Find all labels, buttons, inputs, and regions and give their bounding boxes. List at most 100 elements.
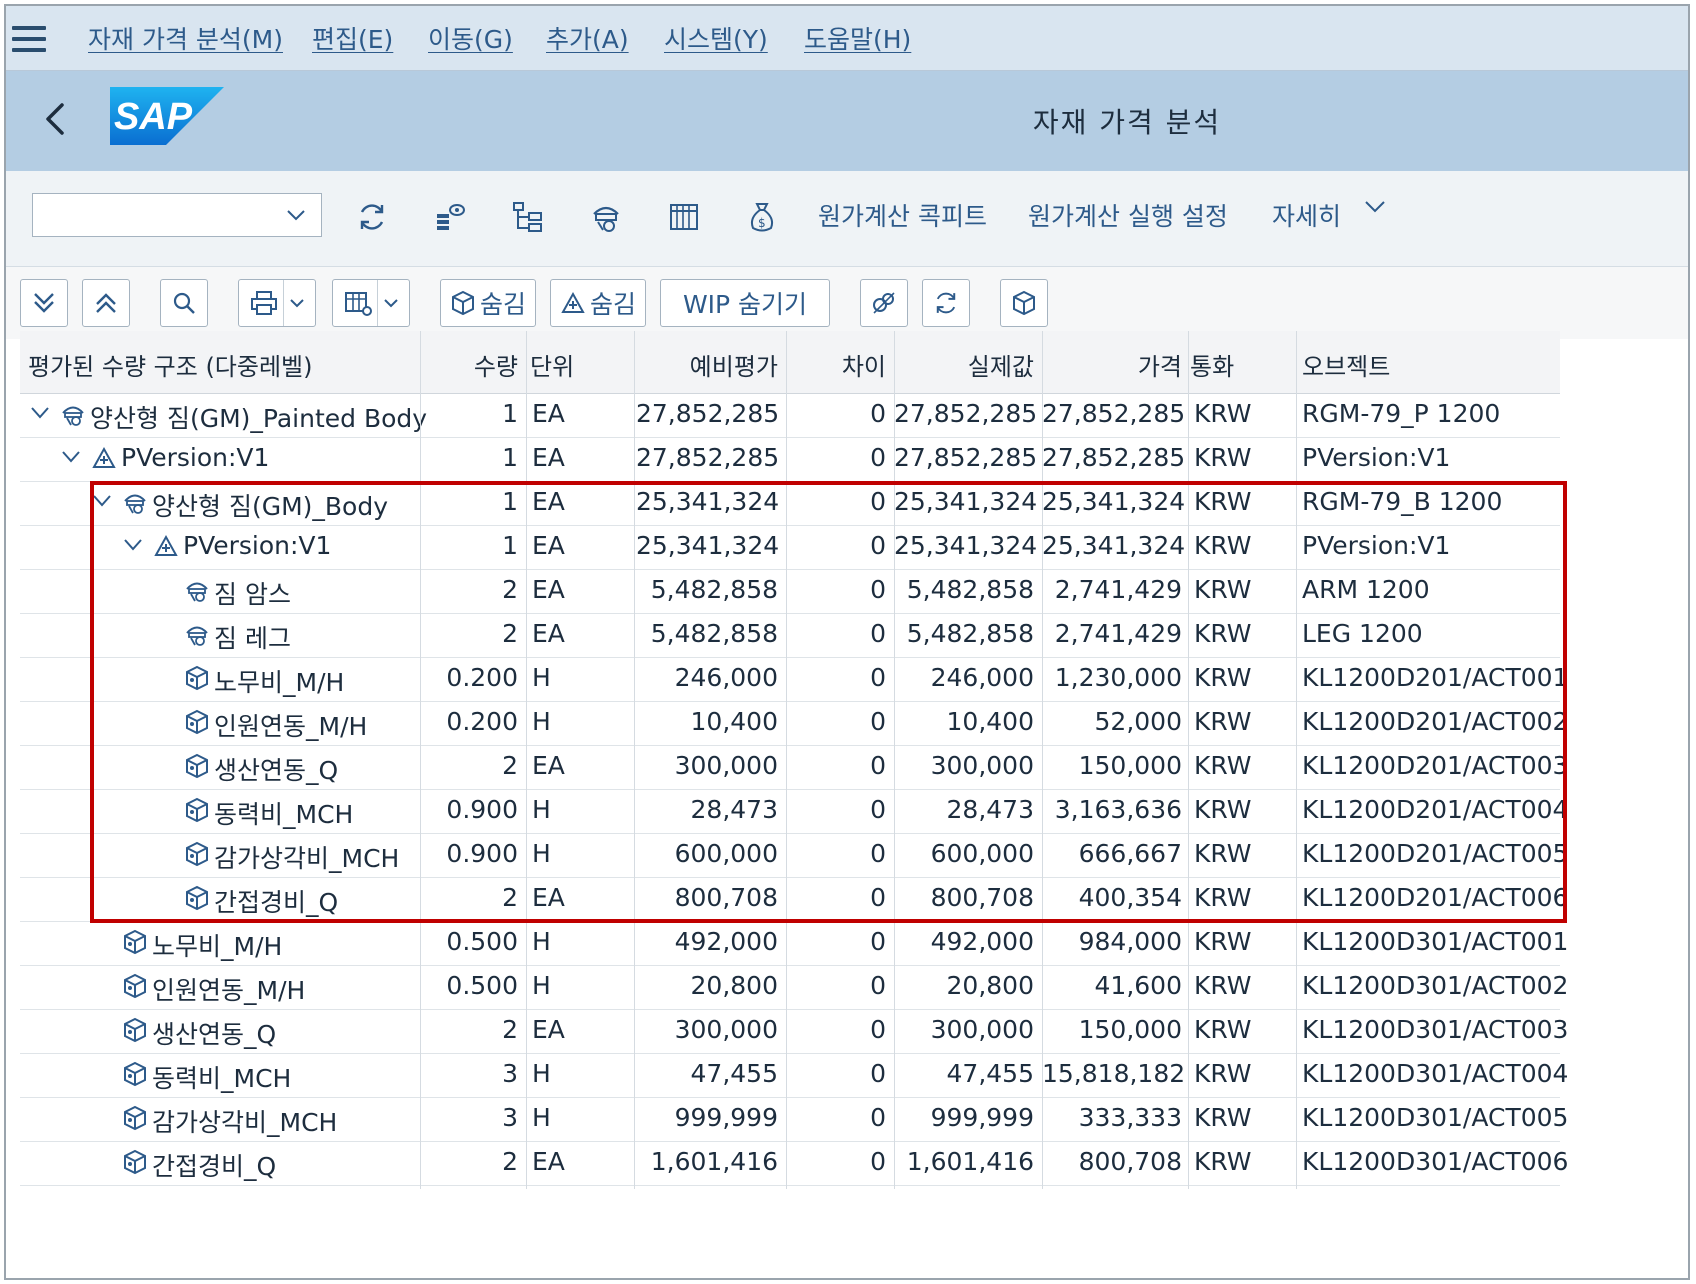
hide-procurement-button[interactable]: 숨김 [550,279,646,327]
chevron-down-icon [383,299,398,308]
chevron-down-icon[interactable] [1362,193,1388,219]
material-settings-icon[interactable] [586,197,626,237]
layout-menu-button[interactable] [332,279,410,327]
chevron-down-icon[interactable] [123,537,143,553]
node-name[interactable]: 간접경비_Q [214,883,338,919]
currency-cell: KRW [1194,795,1252,824]
column-header-object[interactable]: 오브젝트 [1302,347,1390,382]
hamburger-menu-icon[interactable] [12,26,46,52]
hide-wip-button[interactable]: WIP 숨기기 [660,279,830,327]
preliminary-cell: 25,341,324 [636,487,780,516]
link-settings-button[interactable] [860,279,908,327]
table-grid-icon[interactable] [664,197,704,237]
node-name[interactable]: 양산형 짐(GM)_Body [152,487,388,523]
node-name[interactable]: 양산형 짐(GM)_Painted Body [90,399,427,435]
table-row[interactable]: 인원연동_M/H 0.200 H 10,400 0 10,400 52,000 KRW KL12… [20,701,1568,746]
node-name[interactable]: 감가상각비_MCH [152,1103,337,1139]
menu-system[interactable]: 시스템(Y) [664,20,768,56]
costing-cockpit-button[interactable]: 원가계산 콕피트 [818,197,987,233]
column-header-actual[interactable]: 실제값 [894,347,1034,382]
procurement-icon [561,291,585,313]
menu-goto[interactable]: 이동(G) [428,20,513,56]
table-row[interactable]: 생산연동_Q 2 EA 300,000 0 300,000 150,000 KRW KL1200… [20,745,1568,790]
node-name[interactable]: 짐 레그 [214,619,291,655]
table-row[interactable]: 양산형 짐(GM)_Painted Body 1 EA 27,852,285 0 27,8… [20,393,1560,438]
hide-activities-button[interactable]: 숨김 [440,279,536,327]
column-divider [894,331,895,1189]
node-name[interactable]: 동력비_MCH [152,1059,291,1095]
more-button[interactable]: 자세히 [1272,197,1341,233]
application-toolbar: $ 원가계산 콕피트 원가계산 실행 설정 자세히 [6,171,1688,267]
table-row[interactable]: 인원연동_M/H 0.500 H 20,800 0 20,800 41,600 KRW KL12… [20,965,1568,1010]
table-row[interactable]: 짐 암스 2 EA 5,482,858 0 5,482,858 2,741,429 KRW AR… [20,569,1560,614]
menu-help[interactable]: 도움말(H) [804,20,911,56]
table-row[interactable]: 동력비_MCH 3 H 47,455 0 47,455 15,818,182 KRW KL120… [20,1053,1568,1098]
table-row[interactable]: 양산형 짐(GM)_Body 1 EA 25,341,324 0 25,341,324 25… [20,481,1560,526]
costing-run-settings-button[interactable]: 원가계산 실행 설정 [1028,197,1228,233]
unit-cell: EA [532,1147,565,1176]
table-row[interactable]: 감가상각비_MCH 0.900 H 600,000 0 600,000 666,667 KRW… [20,833,1568,878]
node-name[interactable]: 동력비_MCH [214,795,353,831]
currency-cell: KRW [1194,1103,1252,1132]
table-row[interactable]: 간접경비_Q 2 EA 1,601,416 0 1,601,416 800,708 KRW KL… [20,1141,1568,1186]
chevron-down-icon[interactable] [30,405,50,421]
price-cell: 27,852,285 [1042,399,1186,428]
variance-cell: 0 [870,531,886,560]
column-header-preliminary[interactable]: 예비평가 [636,347,778,382]
collapse-all-button[interactable] [82,279,130,327]
display-details-icon[interactable] [430,197,470,237]
search-button[interactable] [160,279,208,327]
menu-edit[interactable]: 편집(E) [312,20,393,56]
node-name[interactable]: 생산연동_Q [152,1015,276,1051]
node-name[interactable]: 노무비_M/H [214,663,344,699]
activity-cube-icon [451,290,474,316]
menu-material-price-analysis[interactable]: 자재 가격 분석(M) [88,20,283,56]
node-name[interactable]: 감가상각비_MCH [214,839,399,875]
money-bag-icon[interactable]: $ [742,197,782,237]
expand-all-button[interactable] [20,279,68,327]
variance-cell: 0 [870,883,886,912]
refresh-icon[interactable] [352,197,392,237]
structure-tree-icon[interactable] [508,197,548,237]
node-name[interactable]: PVersion:V1 [183,531,331,560]
print-menu-button[interactable] [238,279,316,327]
table-row[interactable]: 노무비_M/H 0.500 H 492,000 0 492,000 984,000 KRW KL… [20,921,1568,966]
actual-cell: 1,601,416 [906,1147,1034,1176]
node-name[interactable]: 생산연동_Q [214,751,338,787]
node-name[interactable]: 짐 암스 [214,575,291,611]
node-name[interactable]: 인원연동_M/H [152,971,305,1007]
table-row[interactable]: 생산연동_Q 2 EA 300,000 0 300,000 150,000 KRW KL1200… [20,1009,1568,1054]
column-header-price[interactable]: 가격 [1042,347,1182,382]
price-cell: 666,667 [1078,839,1182,868]
table-row[interactable]: PVersion:V1 1 EA 27,852,285 0 27,852,285 27,85… [20,437,1560,482]
node-name[interactable]: 간접경비_Q [152,1147,276,1183]
column-header-currency[interactable]: 통화 [1190,347,1234,382]
table-row[interactable]: PVersion:V1 1 EA 25,341,324 0 25,341,324 25,34… [20,525,1560,570]
unit-cell: H [532,839,551,868]
column-header-variance[interactable]: 차이 [786,347,886,382]
variance-cell: 0 [870,663,886,692]
command-field-dropdown[interactable] [32,193,322,237]
column-header-structure[interactable]: 평가된 수량 구조 (다중레벨) [28,347,313,382]
activity-button[interactable] [1000,279,1048,327]
actual-cell: 47,455 [946,1059,1034,1088]
table-row[interactable]: 노무비_M/H 0.200 H 246,000 0 246,000 1,230,000 KRW… [20,657,1568,702]
column-header-unit[interactable]: 단위 [530,347,574,382]
variance-cell: 0 [870,487,886,516]
node-name[interactable]: PVersion:V1 [121,443,269,472]
variance-cell: 0 [870,1015,886,1044]
node-name[interactable]: 노무비_M/H [152,927,282,963]
table-row[interactable]: 짐 레그 2 EA 5,482,858 0 5,482,858 2,741,429 KRW LE… [20,613,1560,658]
activity-icon [186,841,208,867]
menu-extras[interactable]: 추가(A) [546,20,629,56]
table-row[interactable]: 동력비_MCH 0.900 H 28,473 0 28,473 3,163,636 KRW KL… [20,789,1568,834]
currency-cell: KRW [1194,839,1252,868]
node-name[interactable]: 인원연동_M/H [214,707,367,743]
table-row[interactable]: 감가상각비_MCH 3 H 999,999 0 999,999 333,333 KRW KL12… [20,1097,1568,1142]
refresh-button[interactable] [922,279,970,327]
currency-cell: KRW [1194,883,1252,912]
chevron-down-icon[interactable] [61,449,81,465]
chevron-down-icon[interactable] [92,493,112,509]
column-header-quantity[interactable]: 수량 [420,347,518,382]
table-row[interactable]: 간접경비_Q 2 EA 800,708 0 800,708 400,354 KRW KL1200… [20,877,1568,922]
